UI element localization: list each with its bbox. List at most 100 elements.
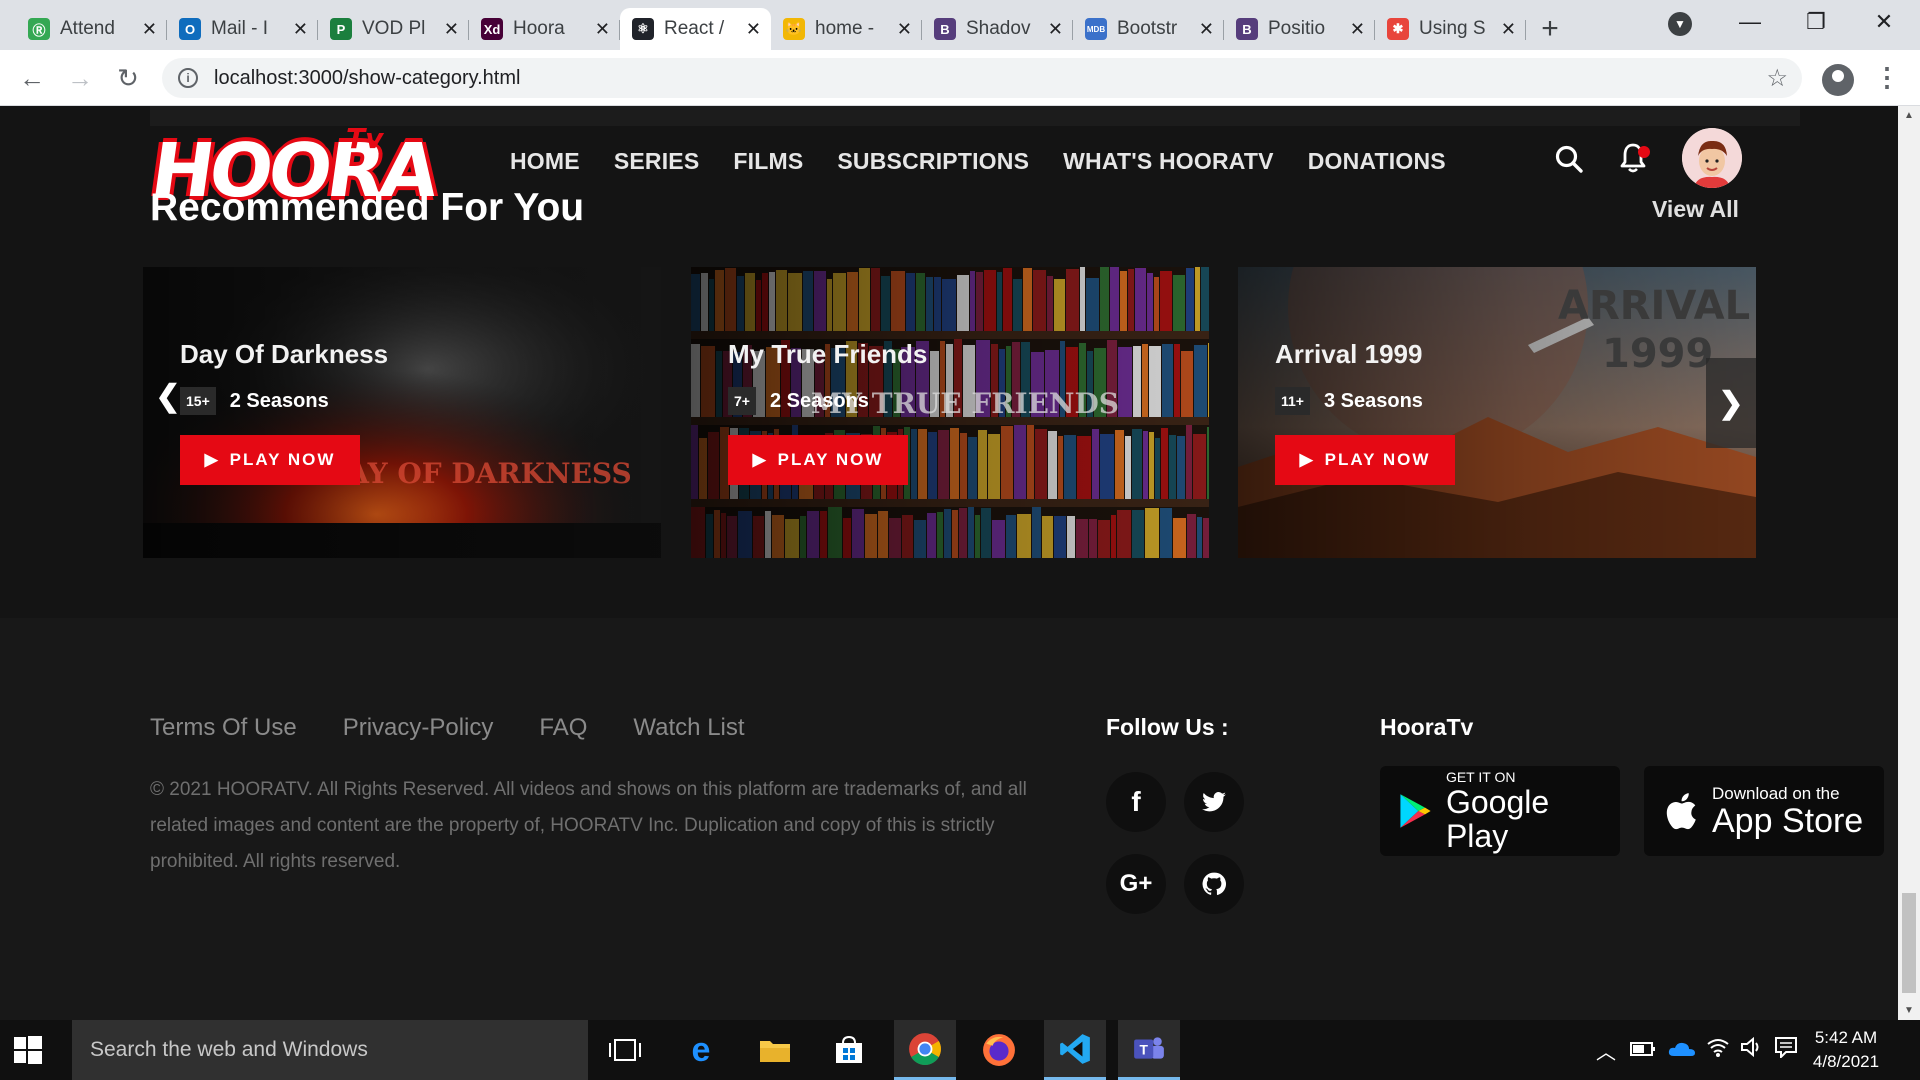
tab-close-icon[interactable]: ✕: [1350, 19, 1365, 40]
browser-profile-icon[interactable]: [1822, 64, 1854, 96]
edge-icon[interactable]: e: [670, 1020, 732, 1080]
taskbar-clock[interactable]: 5:42 AM 4/8/2021: [1800, 1026, 1892, 1074]
teams-icon[interactable]: T: [1118, 1020, 1180, 1080]
address-bar[interactable]: i localhost:3000/show-category.html ☆: [162, 58, 1802, 98]
nav-whats-hooratv[interactable]: WHAT'S HOORATV: [1063, 148, 1274, 175]
footer-link-watch-list[interactable]: Watch List: [633, 714, 744, 742]
browser-tab[interactable]: Xd Hoora ✕: [469, 8, 620, 50]
card-meta: 7+ 2 Seasons: [728, 387, 869, 415]
nav-donations[interactable]: DONATIONS: [1308, 148, 1446, 175]
carousel-next-icon[interactable]: ❯: [1706, 358, 1756, 448]
browser-tab[interactable]: ✱ Using S ✕: [1375, 8, 1526, 50]
nav-films[interactable]: FILMS: [733, 148, 803, 175]
forward-icon[interactable]: →: [62, 60, 98, 96]
restore-icon[interactable]: ❐: [1786, 0, 1846, 44]
tab-close-icon[interactable]: ✕: [1501, 19, 1516, 40]
browser-tab[interactable]: P VOD Pl ✕: [318, 8, 469, 50]
google-play-badge[interactable]: GET IT ON Google Play: [1380, 766, 1620, 856]
browser-tab[interactable]: MDB Bootstr ✕: [1073, 8, 1224, 50]
mdb-favicon: MDB: [1085, 18, 1107, 40]
new-tab-icon[interactable]: +: [1526, 8, 1574, 50]
search-icon[interactable]: [1554, 144, 1584, 174]
vscode-icon[interactable]: [1044, 1020, 1106, 1080]
vscode-glyph: [1060, 1033, 1090, 1064]
play-now-button[interactable]: ▶ PLAY NOW: [728, 435, 908, 485]
twitter-bird-glyph: [1202, 792, 1226, 812]
google-play-text: GET IT ON Google Play: [1446, 769, 1620, 853]
avatar-illustration: [1682, 128, 1742, 188]
battery-icon[interactable]: [1630, 1040, 1656, 1063]
browser-tab[interactable]: ⚛ React / ✕: [620, 8, 771, 50]
reload-icon[interactable]: ↻: [110, 60, 146, 96]
tab-label: Shadov: [966, 18, 1031, 39]
site-info-icon[interactable]: i: [178, 68, 198, 88]
bootstrap-favicon: B: [934, 18, 956, 40]
tab-close-icon[interactable]: ✕: [444, 19, 459, 40]
browser-menu-icon[interactable]: ⋮: [1874, 62, 1900, 93]
footer-link-privacy[interactable]: Privacy-Policy: [343, 714, 494, 742]
speaker-glyph: [1741, 1036, 1759, 1058]
scrollbar-thumb[interactable]: [1902, 893, 1916, 993]
windows-start-icon[interactable]: [14, 1036, 42, 1064]
bookmark-star-icon[interactable]: ☆: [1766, 64, 1788, 93]
close-window-icon[interactable]: ✕: [1854, 0, 1914, 44]
play-now-button[interactable]: ▶ PLAY NOW: [1275, 435, 1455, 485]
tab-close-icon[interactable]: ✕: [293, 19, 308, 40]
tab-close-icon[interactable]: ✕: [1199, 19, 1214, 40]
store-icon[interactable]: [818, 1020, 880, 1080]
show-hidden-icons-icon[interactable]: ︿: [1596, 1036, 1616, 1065]
battery-glyph: [1630, 1042, 1655, 1056]
show-card[interactable]: MY TRUE FRIENDS My True Friends 7+ 2 Sea…: [691, 267, 1209, 558]
footer-link-terms[interactable]: Terms Of Use: [150, 714, 297, 742]
chrome-icon[interactable]: [894, 1020, 956, 1080]
play-now-label: PLAY NOW: [229, 450, 336, 469]
carousel-prev-icon[interactable]: ❮: [150, 358, 186, 434]
user-avatar[interactable]: [1682, 128, 1742, 188]
page-scrollbar[interactable]: ▲ ▼: [1898, 106, 1920, 1020]
tab-close-icon[interactable]: ✕: [595, 19, 610, 40]
task-view-icon[interactable]: [594, 1020, 656, 1080]
scroll-down-icon[interactable]: ▼: [1898, 1005, 1920, 1016]
minimize-icon[interactable]: —: [1720, 0, 1780, 44]
play-now-button[interactable]: ▶ PLAY NOW: [180, 435, 360, 485]
tab-close-icon[interactable]: ✕: [1048, 19, 1063, 40]
outlook-favicon: O: [179, 18, 201, 40]
google-plus-icon[interactable]: G+: [1106, 854, 1166, 914]
tab-close-icon[interactable]: ✕: [746, 19, 761, 40]
file-explorer-icon[interactable]: [744, 1020, 806, 1080]
card-meta: 11+ 3 Seasons: [1275, 387, 1423, 415]
url-text[interactable]: localhost:3000/show-category.html: [214, 67, 520, 90]
action-center-icon[interactable]: [1774, 1036, 1798, 1064]
browser-tab[interactable]: 🐱 home - ✕: [771, 8, 922, 50]
show-card[interactable]: ARRIVAL 1999 Arrival 1999 11+ 3 Seasons …: [1238, 267, 1756, 558]
browser-tab[interactable]: O Mail - I ✕: [167, 8, 318, 50]
tab-label: Attend: [60, 18, 115, 39]
view-all-link[interactable]: View All: [1652, 196, 1739, 223]
github-icon[interactable]: [1184, 854, 1244, 914]
tab-close-icon[interactable]: ✕: [142, 19, 157, 40]
facebook-icon[interactable]: f: [1106, 772, 1166, 832]
app-store-badge[interactable]: Download on the App Store: [1644, 766, 1884, 856]
tab-close-icon[interactable]: ✕: [897, 19, 912, 40]
taskbar-search-box[interactable]: Search the web and Windows: [72, 1020, 588, 1080]
browser-toolbar: ← → ↻ i localhost:3000/show-category.htm…: [0, 50, 1920, 106]
volume-icon[interactable]: [1740, 1036, 1764, 1064]
show-card[interactable]: DAY OF DARKNESS Day Of Darkness 15+ 2 Se…: [143, 267, 661, 558]
tab-search-icon[interactable]: ▼: [1668, 12, 1692, 36]
onedrive-icon[interactable]: [1668, 1040, 1696, 1063]
browser-tab[interactable]: B Shadov ✕: [922, 8, 1073, 50]
scroll-up-icon[interactable]: ▲: [1898, 110, 1920, 121]
browser-tab[interactable]: Ⓡ Attend ✕: [16, 8, 167, 50]
wifi-icon[interactable]: [1706, 1036, 1730, 1064]
firefox-icon[interactable]: [968, 1020, 1030, 1080]
browser-tab[interactable]: B Positio ✕: [1224, 8, 1375, 50]
card-meta: 15+ 2 Seasons: [180, 387, 329, 415]
nav-subscriptions[interactable]: SUBSCRIPTIONS: [837, 148, 1029, 175]
task-view-glyph: [609, 1039, 641, 1061]
back-icon[interactable]: ←: [14, 60, 50, 96]
nav-home[interactable]: HOME: [510, 148, 580, 175]
nav-series[interactable]: SERIES: [614, 148, 700, 175]
taskbar-search-placeholder: Search the web and Windows: [90, 1038, 368, 1061]
footer-link-faq[interactable]: FAQ: [539, 714, 587, 742]
twitter-icon[interactable]: [1184, 772, 1244, 832]
